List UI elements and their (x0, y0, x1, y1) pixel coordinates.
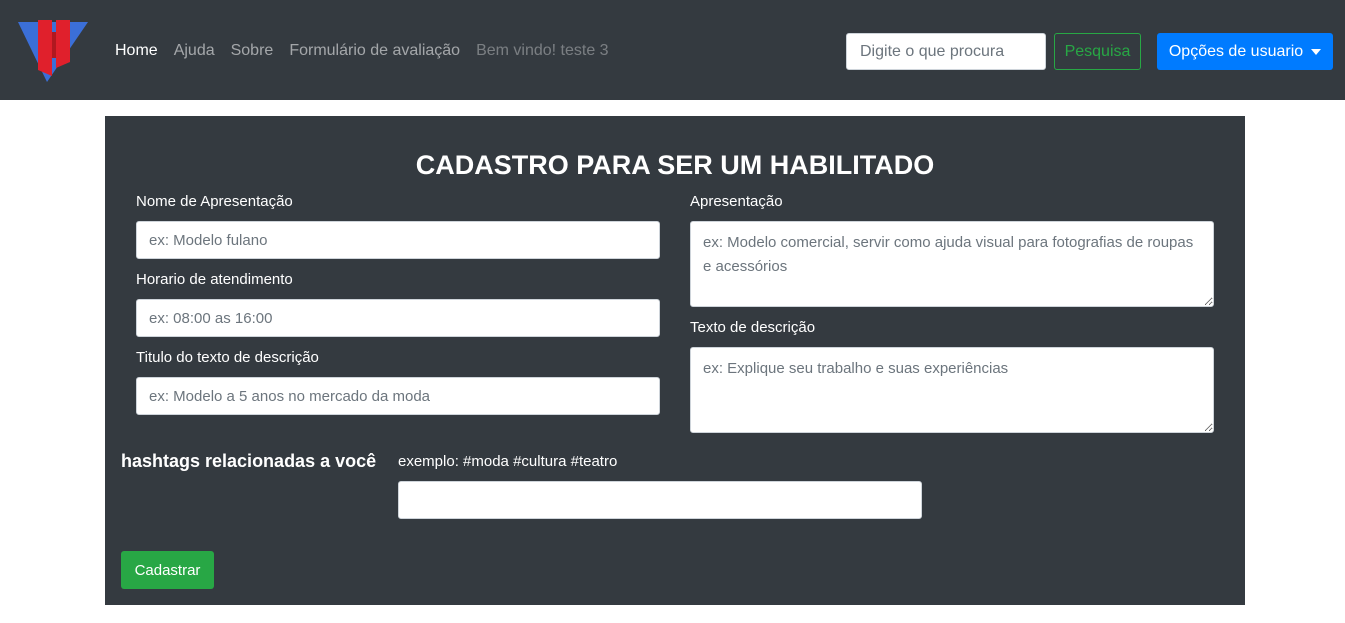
descricao-label: Texto de descrição (690, 319, 816, 336)
titulo-label: Titulo do texto de descrição (136, 349, 319, 366)
horario-label: Horario de atendimento (136, 271, 293, 288)
apresentacao-textarea[interactable] (690, 221, 1214, 307)
descricao-textarea[interactable] (690, 347, 1214, 433)
nome-input[interactable] (136, 221, 660, 259)
nome-label: Nome de Apresentação (136, 193, 293, 210)
titulo-input[interactable] (136, 377, 660, 415)
nav-link-sobre[interactable]: Sobre (231, 42, 274, 60)
user-options-dropdown[interactable]: Opções de usuario (1157, 33, 1333, 70)
hashtags-input[interactable] (398, 481, 922, 519)
form-title: CADASTRO PARA SER UM HABILITADO (415, 150, 935, 180)
apresentacao-label: Apresentação (690, 193, 783, 210)
navbar: Home Ajuda Sobre Formulário de avaliação… (0, 0, 1345, 100)
nav-link-ajuda[interactable]: Ajuda (174, 42, 215, 60)
brand-logo-icon[interactable] (16, 18, 90, 84)
nav-link-formulario[interactable]: Formulário de avaliação (289, 42, 460, 60)
caret-down-icon (1311, 48, 1322, 55)
hashtags-title: hashtags relacionadas a você (121, 451, 377, 471)
nav-links: Home Ajuda Sobre Formulário de avaliação… (115, 42, 625, 60)
hashtags-example-label: exemplo: #moda #cultura #teatro (398, 453, 618, 470)
registration-panel: CADASTRO PARA SER UM HABILITADO Nome de … (105, 116, 1245, 605)
search-input[interactable] (846, 33, 1046, 70)
nav-link-home[interactable]: Home (115, 42, 158, 60)
welcome-text: Bem vindo! teste 3 (476, 42, 609, 59)
user-options-label: Opções de usuario (1168, 42, 1304, 60)
search-button[interactable]: Pesquisa (1054, 33, 1141, 70)
cadastrar-button[interactable]: Cadastrar (121, 551, 214, 589)
horario-input[interactable] (136, 299, 660, 337)
